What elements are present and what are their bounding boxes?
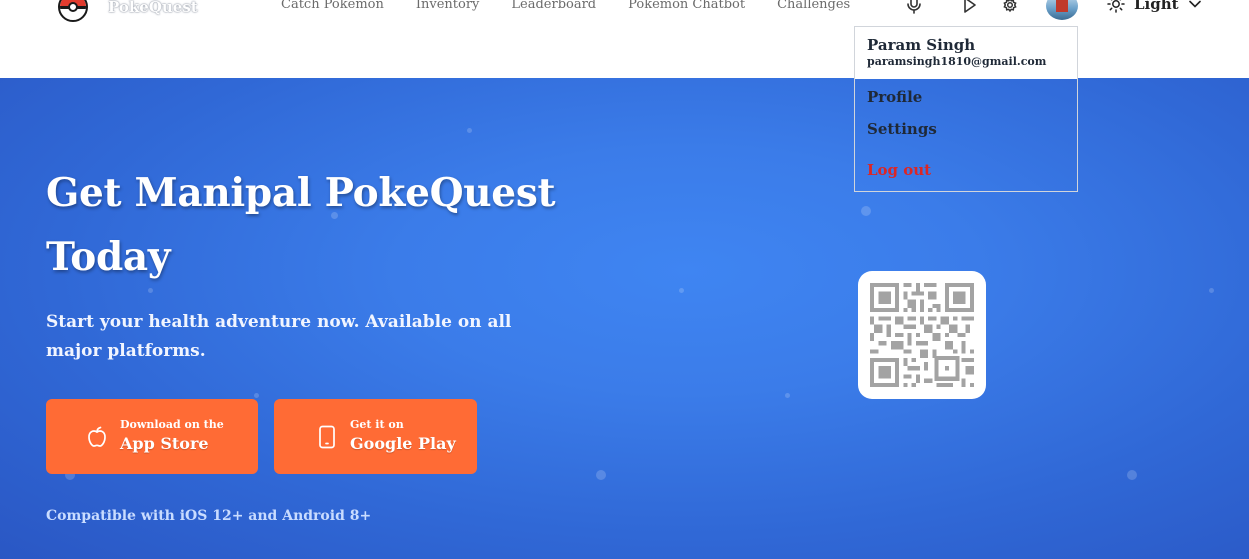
- play-icon[interactable]: [959, 0, 981, 16]
- menu-item-profile[interactable]: Profile: [867, 88, 922, 106]
- apple-icon: [84, 424, 110, 450]
- phone-icon: [314, 424, 340, 450]
- google-play-button[interactable]: Get it on Google Play: [274, 399, 477, 474]
- menu-item-settings[interactable]: Settings: [867, 120, 937, 138]
- user-dropdown-menu: Param Singh paramsingh1810@gmail.com Pro…: [854, 26, 1078, 192]
- mic-icon[interactable]: [903, 0, 925, 16]
- app-store-big-text: App Store: [120, 433, 209, 453]
- gear-icon[interactable]: [999, 0, 1021, 16]
- user-name: Param Singh: [867, 36, 976, 54]
- menu-item-logout[interactable]: Log out: [867, 161, 931, 179]
- hero-title: Get Manipal PokeQuest Today: [46, 170, 556, 280]
- user-info: Param Singh paramsingh1810@gmail.com: [855, 27, 1077, 79]
- theme-toggle[interactable]: Light: [1107, 0, 1201, 13]
- google-play-small-text: Get it on: [350, 417, 404, 431]
- sun-icon: [1107, 0, 1125, 13]
- app-store-small-text: Download on the: [120, 417, 224, 431]
- user-email: paramsingh1810@gmail.com: [867, 55, 1047, 68]
- google-play-big-text: Google Play: [350, 433, 456, 453]
- chevron-down-icon: [1188, 0, 1201, 8]
- compatibility-note: Compatible with iOS 12+ and Android 8+: [46, 508, 372, 524]
- hero-subtitle: Start your health adventure now. Availab…: [46, 312, 512, 361]
- theme-label: Light: [1134, 0, 1179, 13]
- qr-code: [858, 271, 986, 399]
- app-store-button[interactable]: Download on the App Store: [46, 399, 258, 474]
- qr-code-icon: [870, 283, 974, 387]
